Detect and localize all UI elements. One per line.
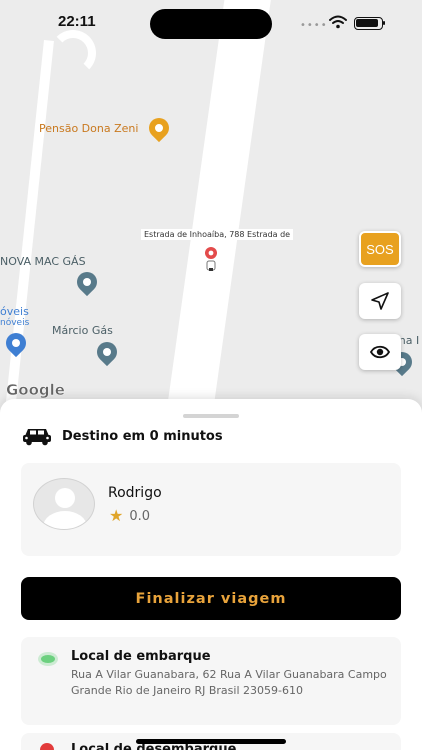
store-pin-icon[interactable] <box>1 328 31 358</box>
google-logo: Google <box>6 381 65 400</box>
poi-label-pensao: Pensão Dona Zeni <box>39 122 139 135</box>
star-icon: ★ <box>109 506 124 525</box>
recenter-button[interactable] <box>359 334 401 370</box>
driver-name: Rodrigo <box>108 485 162 501</box>
pickup-address: Rua A Vilar Guanabara, 62 Rua A Vilar Gu… <box>71 668 387 697</box>
place-pin-icon[interactable] <box>72 267 102 297</box>
address-marker-label: Estrada de Inhoaíba, 788 Estrada de <box>141 229 294 240</box>
poi-label-marcio: Márcio Gás <box>52 324 113 337</box>
dropoff-dot-icon <box>40 743 54 750</box>
battery-icon <box>354 17 385 30</box>
poi-label-moveis: óveis <box>0 305 29 318</box>
status-bar: 22:11 •••• <box>0 0 422 46</box>
car-icon <box>23 429 51 446</box>
location-marker-icon <box>205 247 217 271</box>
destination-eta-row: Destino em 0 minutos <box>22 425 223 447</box>
restaurant-pin-icon[interactable] <box>144 113 174 143</box>
driver-rating-value: 0.0 <box>129 508 151 524</box>
status-time: 22:11 <box>58 13 96 30</box>
eye-locate-icon <box>369 345 391 359</box>
trip-bottom-sheet: Destino em 0 minutos Rodrigo ★ 0.0 Final… <box>0 399 422 750</box>
avatar <box>33 478 95 530</box>
driver-rating: ★ 0.0 <box>109 508 150 524</box>
poi-label-moveis-sub: nóveis <box>0 318 30 328</box>
navigate-button[interactable] <box>359 283 401 319</box>
destination-eta-text: Destino em 0 minutos <box>62 428 223 444</box>
signal-dots-icon: •••• <box>300 20 328 31</box>
home-indicator[interactable] <box>136 739 286 744</box>
sos-button[interactable]: SOS <box>359 231 401 267</box>
map-road-side <box>0 40 54 420</box>
pickup-location-card[interactable]: Local de embarque Rua A Vilar Guanabara,… <box>21 637 401 725</box>
map-road-main <box>157 0 276 420</box>
pickup-dot-icon <box>38 652 58 666</box>
send-arrow-icon <box>371 292 389 310</box>
finish-trip-button[interactable]: Finalizar viagem <box>21 577 401 620</box>
wifi-icon <box>329 15 347 29</box>
poi-label-nova-mac: NOVA MAC GÁS <box>0 255 86 268</box>
sheet-drag-handle[interactable] <box>183 414 239 418</box>
pickup-title: Local de embarque <box>71 649 211 664</box>
place-pin-icon[interactable] <box>92 337 122 367</box>
map-view[interactable]: Pensão Dona Zeni NOVA MAC GÁS óveis nóve… <box>0 0 422 420</box>
dynamic-island <box>150 9 272 39</box>
driver-card[interactable]: Rodrigo ★ 0.0 <box>21 463 401 556</box>
